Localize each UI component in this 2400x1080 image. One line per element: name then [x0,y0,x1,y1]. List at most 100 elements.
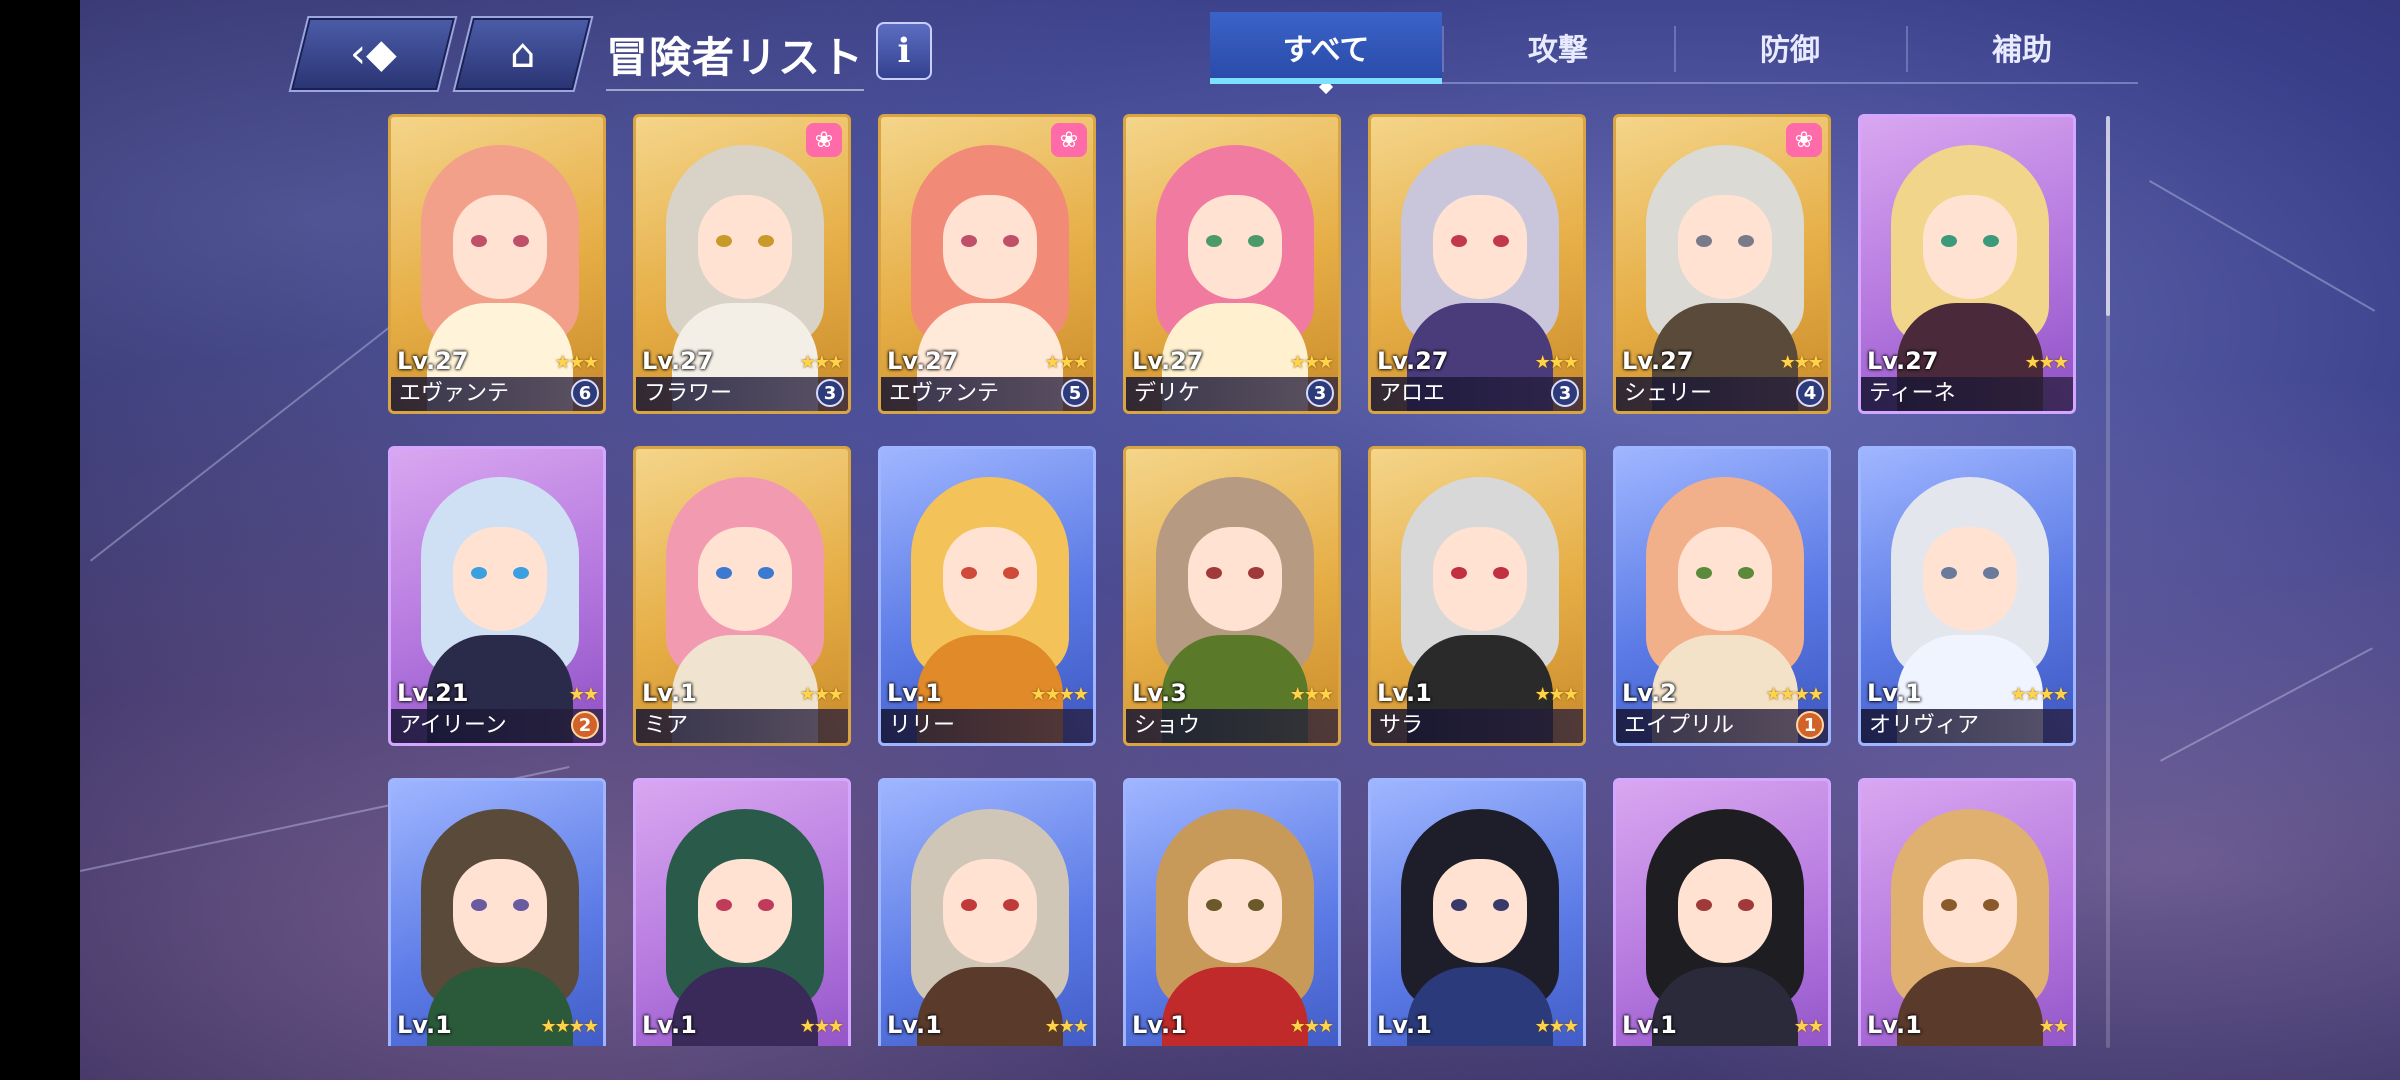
portrait-eye [1696,567,1712,579]
star-rating: ★★ [1793,1016,1824,1037]
portrait-face [1678,859,1772,963]
adventurer-card[interactable]: Lv.2 ★★★★ エイプリル 1 [1613,446,1831,746]
adventurer-card[interactable]: Lv.1 ★★ [1858,778,2076,1046]
adventurer-card[interactable]: ❀ Lv.27 ★★★ シェリー 4 [1613,114,1831,414]
adventurer-card[interactable]: ❀ Lv.27 ★★★ フラワー 3 [633,114,851,414]
limit-break-badge: 4 [1796,379,1824,407]
scrollbar-thumb[interactable] [2106,116,2110,316]
star-rating: ★★ [2038,1016,2069,1037]
adventurer-card[interactable]: Lv.1 ★★★ [633,778,851,1046]
limit-break-badge: 6 [571,379,599,407]
adventurer-card[interactable]: Lv.27 ★★★ デリケ 3 [1123,114,1341,414]
tab-label: 補助 [1992,33,2052,68]
limit-break-badge: 3 [1551,379,1579,407]
portrait-face [453,527,547,631]
adventurer-card[interactable]: Lv.1 ★★★★ [388,778,606,1046]
home-icon: ⌂ [510,31,536,77]
adventurer-card[interactable]: Lv.1 ★★★ [1368,778,1586,1046]
portrait-face [1188,527,1282,631]
portrait-eye [1451,235,1467,247]
scrollbar[interactable] [2106,116,2110,1048]
portrait-eye [1451,899,1467,911]
tab-all[interactable]: すべて [1210,12,1442,95]
portrait-eye [961,567,977,579]
adventurer-card[interactable]: Lv.1 ★★★ [878,778,1096,1046]
adventurer-card[interactable]: Lv.27 ★★★ アロエ 3 [1368,114,1586,414]
tab-defense[interactable]: 防御 [1674,12,1906,82]
left-black-bar [0,0,80,1080]
character-portrait [636,781,848,1046]
paw-icon: ❀ [806,123,842,157]
portrait-eye [961,899,977,911]
tab-label: 防御 [1760,33,1820,68]
portrait-face [1188,195,1282,299]
adventurer-card[interactable]: Lv.1 ★★★ [1123,778,1341,1046]
portrait-eye [716,899,732,911]
star-rating: ★★★ [2024,352,2069,373]
portrait-face [698,195,792,299]
page-title: 冒険者リスト [606,24,865,91]
character-portrait [391,781,603,1046]
star-rating: ★★ [568,684,599,705]
level-label: Lv.2 [1622,679,1677,707]
portrait-eye [1983,899,1999,911]
portrait-face [1678,195,1772,299]
character-portrait [1126,781,1338,1046]
level-label: Lv.27 [642,347,714,375]
portrait-eye [1206,235,1222,247]
tab-support[interactable]: 補助 [1906,12,2138,82]
portrait-face [943,859,1037,963]
star-rating: ★★★★ [1030,684,1089,705]
level-label: Lv.1 [642,1011,697,1039]
level-label: Lv.1 [1377,1011,1432,1039]
portrait-eye [1941,567,1957,579]
level-label: Lv.27 [887,347,959,375]
star-rating: ★★★ [1289,1016,1334,1037]
adventurer-card[interactable]: Lv.27 ★★★ エヴァンテ 6 [388,114,606,414]
adventurer-card[interactable]: Lv.21 ★★ アイリーン 2 [388,446,606,746]
portrait-eye [1003,567,1019,579]
star-rating: ★★★ [1289,684,1334,705]
adventurer-card[interactable]: Lv.1 ★★★ サラ [1368,446,1586,746]
adventurer-card[interactable]: Lv.27 ★★★ ティーネ [1858,114,2076,414]
portrait-face [1433,859,1527,963]
portrait-face [1433,527,1527,631]
portrait-eye [1493,899,1509,911]
level-label: Lv.1 [1622,1011,1677,1039]
star-rating: ★★★ [1534,684,1579,705]
adventurer-card[interactable]: Lv.1 ★★ [1613,778,1831,1046]
portrait-eye [1248,899,1264,911]
portrait-eye [758,567,774,579]
level-label: Lv.1 [1377,679,1432,707]
paw-icon: ❀ [1051,123,1087,157]
portrait-eye [513,235,529,247]
tab-label: 攻撃 [1528,33,1588,68]
limit-break-badge: 2 [571,711,599,739]
portrait-eye [961,235,977,247]
portrait-face [1188,859,1282,963]
character-name: ティーネ [1861,377,2073,411]
limit-break-badge: 3 [816,379,844,407]
level-label: Lv.27 [1622,347,1694,375]
portrait-eye [1983,567,1999,579]
portrait-eye [1738,899,1754,911]
portrait-eye [1493,235,1509,247]
adventurer-card[interactable]: Lv.1 ★★★ ミア [633,446,851,746]
adventurer-card[interactable]: Lv.1 ★★★★ オリヴィア [1858,446,2076,746]
star-rating: ★★★ [799,684,844,705]
limit-break-badge: 3 [1306,379,1334,407]
home-button[interactable]: ⌂ [452,16,594,92]
adventurer-card[interactable]: ❀ Lv.27 ★★★ エヴァンテ 5 [878,114,1096,414]
adventurer-card[interactable]: Lv.1 ★★★★ リリー [878,446,1096,746]
portrait-eye [471,235,487,247]
back-button[interactable]: ‹◆ [288,16,458,92]
character-name: オリヴィア [1861,709,2073,743]
portrait-face [1433,195,1527,299]
star-rating: ★★★ [1289,352,1334,373]
limit-break-badge: 5 [1061,379,1089,407]
tab-attack[interactable]: 攻撃 [1442,12,1674,82]
portrait-eye [1206,899,1222,911]
info-button[interactable]: i [876,22,932,80]
star-rating: ★★★ [1534,352,1579,373]
adventurer-card[interactable]: Lv.3 ★★★ ショウ [1123,446,1341,746]
